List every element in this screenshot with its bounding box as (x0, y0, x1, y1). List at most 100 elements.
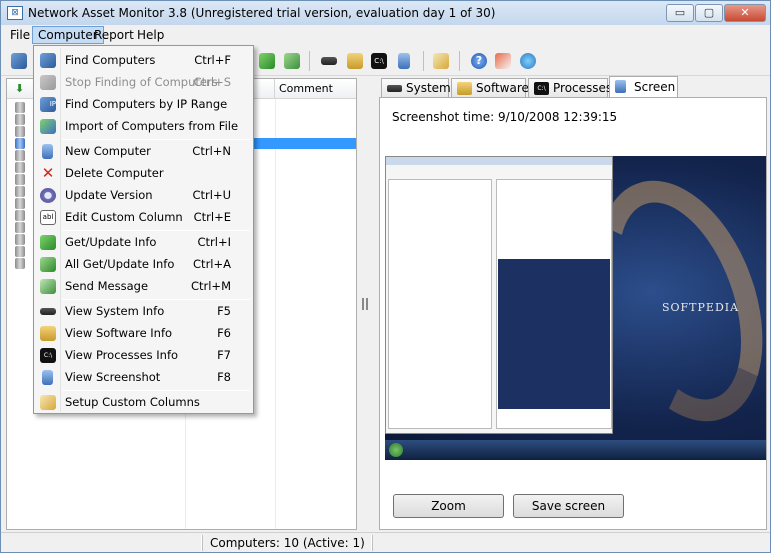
memory-chip-icon (387, 85, 402, 92)
text-field-icon: abl (40, 210, 56, 225)
menu-item-view-software-info[interactable]: View Software Info F6 (36, 322, 251, 344)
monitor-icon (42, 370, 53, 385)
screenshot-start-orb-icon (389, 443, 403, 457)
remote-screenshot[interactable]: SOFTPEDIA (385, 156, 766, 460)
memory-chip-icon[interactable] (321, 57, 337, 65)
menu-help[interactable]: Help (132, 26, 169, 44)
tab-label: System (406, 81, 451, 95)
computer-icon (15, 126, 25, 137)
delete-icon: ✕ (41, 164, 55, 182)
menu-item-view-system-info[interactable]: View System Info F5 (36, 300, 251, 322)
find-computers-icon (40, 53, 56, 68)
app-icon: ⊠ (7, 6, 23, 20)
stop-finding-icon (40, 75, 56, 90)
screenshot-wallpaper-logo: SOFTPEDIA (662, 301, 740, 314)
window-controls: ▭ ▢ ✕ (666, 4, 766, 22)
monitor-icon (615, 80, 626, 93)
menu-item-edit-custom-column[interactable]: abl Edit Custom Column Ctrl+E (36, 206, 251, 228)
zoom-button[interactable]: Zoom (393, 494, 504, 518)
setup-columns-icon (40, 395, 56, 410)
computer-icon (15, 222, 25, 233)
menu-item-find-by-ip-range[interactable]: IP Find Computers by IP Range (36, 93, 251, 115)
computer-icon (15, 150, 25, 161)
software-window-icon (457, 82, 472, 95)
menu-item-setup-custom-columns[interactable]: Setup Custom Columns (36, 391, 251, 413)
computer-icon (15, 114, 25, 125)
menu-item-all-get-update-info[interactable]: All Get/Update Info Ctrl+A (36, 253, 251, 275)
console-icon: C:\ (534, 82, 549, 95)
status-divider (201, 535, 203, 551)
ip-range-icon: IP (40, 97, 56, 112)
computer-icon (15, 138, 25, 149)
import-icon (40, 119, 56, 134)
menu-item-view-processes-info[interactable]: C:\ View Processes Info F7 (36, 344, 251, 366)
update-gear-icon (40, 188, 56, 203)
menu-item-send-message[interactable]: Send Message Ctrl+M (36, 275, 251, 297)
setup-columns-icon[interactable] (433, 53, 449, 69)
computer-icon (15, 174, 25, 185)
send-message-icon (40, 279, 56, 294)
screenshot-nested-screen (498, 259, 610, 409)
screenshot-time: Screenshot time: 9/10/2008 12:39:15 (392, 110, 618, 124)
console-icon[interactable]: C:\ (371, 53, 387, 69)
computer-icon (15, 198, 25, 209)
home-icon[interactable] (495, 53, 511, 69)
all-get-info-icon[interactable] (259, 53, 275, 69)
minimize-button[interactable]: ▭ (666, 4, 694, 22)
screenshot-app-window (385, 156, 613, 434)
splitter-grip[interactable] (362, 298, 368, 310)
computer-icon (15, 102, 25, 113)
menu-item-stop-finding: Stop Finding of Computers Ctrl+S (36, 71, 251, 93)
tab-processes[interactable]: C:\ Processes (528, 78, 612, 98)
menu-item-view-screenshot[interactable]: View Screenshot F8 (36, 366, 251, 388)
screenshot-taskbar (385, 440, 766, 460)
menu-item-import-from-file[interactable]: Import of Computers from File (36, 115, 251, 137)
sort-arrow-icon[interactable]: ⬇ (7, 79, 35, 99)
status-bar: Computers: 10 (Active: 1) (1, 532, 770, 552)
computer-menu-dropdown: Find Computers Ctrl+F Stop Finding of Co… (33, 45, 254, 414)
tab-software[interactable]: Software (451, 78, 529, 98)
new-computer-icon (42, 144, 53, 159)
toolbar-separator (459, 51, 460, 71)
memory-chip-icon (40, 308, 56, 315)
column-comment[interactable]: Comment (275, 79, 356, 99)
menu-file[interactable]: File (5, 26, 35, 44)
menu-item-delete-computer[interactable]: ✕ Delete Computer (36, 162, 251, 184)
tab-label: Screen (634, 80, 676, 94)
menu-bar: File Computer Report Help (1, 25, 770, 45)
app-window: ⊠ Network Asset Monitor 3.8 (Unregistere… (0, 0, 771, 553)
toolbar-separator (309, 51, 310, 71)
menu-item-new-computer[interactable]: New Computer Ctrl+N (36, 140, 251, 162)
screenshot-app-list (388, 179, 492, 429)
get-info-icon (40, 235, 56, 250)
send-message-icon[interactable] (284, 53, 300, 69)
maximize-button[interactable]: ▢ (695, 4, 723, 22)
tab-screen[interactable]: Screen (609, 76, 678, 98)
status-divider (371, 535, 373, 551)
tab-system[interactable]: System (381, 78, 451, 98)
console-icon: C:\ (40, 348, 56, 363)
title-bar[interactable]: ⊠ Network Asset Monitor 3.8 (Unregistere… (1, 1, 770, 25)
computer-icon (15, 258, 25, 269)
help-icon[interactable]: ? (471, 53, 487, 69)
monitor-icon[interactable] (398, 53, 410, 69)
close-button[interactable]: ✕ (724, 4, 766, 22)
globe-icon[interactable] (520, 53, 536, 69)
save-screen-button[interactable]: Save screen (513, 494, 624, 518)
all-get-info-icon (40, 257, 56, 272)
menu-item-update-version[interactable]: Update Version Ctrl+U (36, 184, 251, 206)
menu-item-get-update-info[interactable]: Get/Update Info Ctrl+I (36, 231, 251, 253)
pane-splitter[interactable] (358, 78, 374, 530)
screen-tab-content: Screenshot time: 9/10/2008 12:39:15 SOFT… (379, 97, 767, 530)
computer-icon (15, 186, 25, 197)
computer-icon (15, 246, 25, 257)
tab-label: Software (476, 81, 529, 95)
computer-icon (15, 210, 25, 221)
status-computers-count: Computers: 10 (Active: 1) (210, 536, 365, 550)
find-computers-icon[interactable] (11, 53, 27, 69)
menu-item-find-computers[interactable]: Find Computers Ctrl+F (36, 49, 251, 71)
screenshot-app-titlebar (386, 157, 612, 165)
computer-icon (15, 162, 25, 173)
computer-icon (15, 234, 25, 245)
software-window-icon[interactable] (347, 53, 363, 69)
